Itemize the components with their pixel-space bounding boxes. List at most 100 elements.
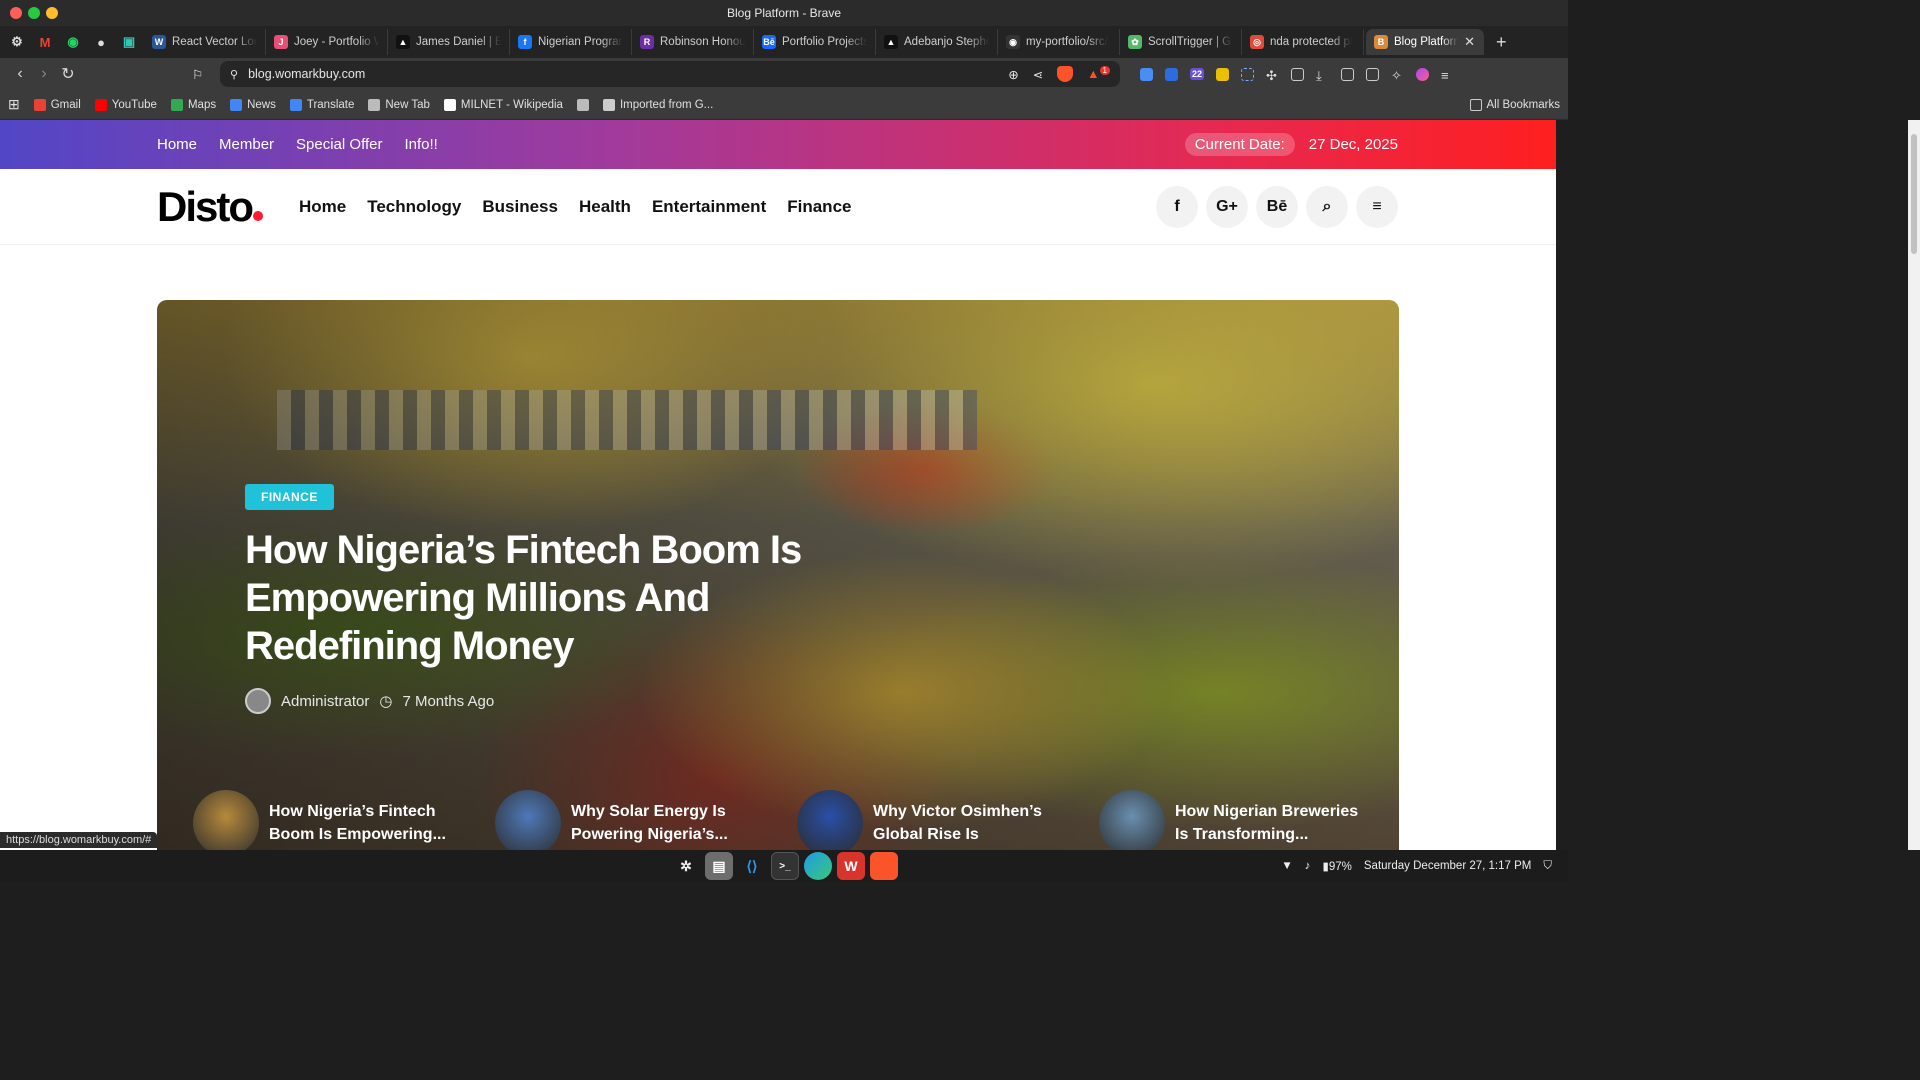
- nav-item-5[interactable]: Finance: [787, 197, 851, 217]
- related-title[interactable]: How Nigeria’s Fintech Boom Is Empowering…: [269, 790, 457, 850]
- back-icon[interactable]: ‹: [8, 65, 32, 83]
- edge-icon[interactable]: [804, 852, 832, 880]
- tab-1[interactable]: J Joey - Portfolio W: [266, 29, 388, 55]
- share-icon[interactable]: ⋖: [1033, 67, 1043, 82]
- page-scrollbar[interactable]: [1908, 120, 1920, 850]
- related-post[interactable]: How Nigeria’s Fintech Boom Is Empowering…: [193, 790, 457, 850]
- all-bookmarks-folder[interactable]: All Bookmarks: [1469, 98, 1560, 111]
- ubuntu-icon[interactable]: ✲: [672, 852, 700, 880]
- tab-blog-platform[interactable]: B Blog Platform ✕: [1366, 29, 1484, 55]
- maximize-window-button[interactable]: [46, 7, 58, 19]
- screenshot-icon[interactable]: [1241, 67, 1255, 81]
- files-icon[interactable]: ▤: [705, 852, 733, 880]
- bookmark-icon[interactable]: ⚐: [192, 67, 203, 82]
- bookmark-5[interactable]: New Tab: [368, 98, 430, 111]
- nav-item-3[interactable]: Health: [579, 197, 631, 217]
- related-title[interactable]: How Nigerian Breweries Is Transforming..…: [1175, 790, 1363, 850]
- tab-7[interactable]: ◉ my-portfolio/src/: [998, 29, 1120, 55]
- tab-2[interactable]: ▲ James Daniel | Ba: [388, 29, 510, 55]
- behance-icon[interactable]: Bē: [1256, 185, 1298, 228]
- volume-icon[interactable]: ♪: [1305, 860, 1311, 872]
- wifi-icon[interactable]: ▼: [1281, 860, 1292, 872]
- facebook-icon[interactable]: f: [1156, 185, 1198, 228]
- brave-taskbar-icon[interactable]: [870, 852, 898, 880]
- category-badge[interactable]: FINANCE: [245, 484, 334, 510]
- brave-rewards-icon[interactable]: ▲ 1: [1087, 66, 1110, 82]
- address-bar[interactable]: ⚐ ⚲ blog.womarkbuy.com ⊕ ⋖ ▲ 1: [192, 61, 1120, 87]
- extension-3-icon[interactable]: 22: [1190, 68, 1205, 80]
- search-icon[interactable]: ⌕: [1306, 185, 1348, 228]
- bookmark-favicon-icon: [576, 98, 589, 111]
- clock[interactable]: Saturday December 27, 1:17 PM: [1364, 860, 1531, 872]
- nav-item-2[interactable]: Business: [482, 197, 558, 217]
- tab-5[interactable]: Bē Portfolio Projects: [754, 29, 876, 55]
- bookmark-7[interactable]: [576, 98, 589, 111]
- reload-icon[interactable]: ↻: [56, 64, 80, 84]
- apps-grid-icon[interactable]: ⊞: [8, 96, 20, 113]
- related-post[interactable]: Why Victor Osimhen’s Global Rise Is Insp…: [797, 790, 1061, 850]
- bookmark-1[interactable]: YouTube: [94, 98, 157, 111]
- wps-icon[interactable]: W: [837, 852, 865, 880]
- bookmark-0[interactable]: Gmail: [33, 98, 81, 111]
- tab-3[interactable]: f Nigerian Program: [510, 29, 632, 55]
- battery-indicator[interactable]: ▮97%: [1323, 859, 1352, 873]
- url-text[interactable]: blog.womarkbuy.com: [248, 67, 365, 81]
- related-post[interactable]: Why Solar Energy Is Powering Nigeria’s..…: [495, 790, 759, 850]
- tab-4[interactable]: R Robinson Honour: [632, 29, 754, 55]
- author-name[interactable]: Administrator: [281, 693, 369, 710]
- nav-item-4[interactable]: Entertainment: [652, 197, 766, 217]
- camera-icon[interactable]: [1291, 67, 1305, 81]
- pinned-tab-settings[interactable]: ⚙: [4, 29, 30, 55]
- extension-2-icon[interactable]: [1165, 67, 1178, 81]
- menu-icon[interactable]: ≡: [1441, 68, 1454, 83]
- related-title[interactable]: Why Victor Osimhen’s Global Rise Is Insp…: [873, 790, 1061, 850]
- related-post[interactable]: How Nigerian Breweries Is Transforming..…: [1099, 790, 1363, 850]
- new-tab-button[interactable]: +: [1486, 32, 1517, 53]
- hero-banner[interactable]: FINANCE How Nigeria’s Fintech Boom Is Em…: [157, 300, 1399, 850]
- top-link-0[interactable]: Home: [157, 136, 197, 153]
- nav-item-0[interactable]: Home: [299, 197, 346, 217]
- bookmark-favicon-icon: [602, 98, 615, 111]
- top-link-1[interactable]: Member: [219, 136, 274, 153]
- scrollbar-thumb[interactable]: [1911, 134, 1917, 254]
- site-info-icon[interactable]: ⚲: [230, 68, 238, 81]
- close-tab-icon[interactable]: ✕: [1464, 34, 1475, 50]
- hamburger-menu-icon[interactable]: ≡: [1356, 185, 1398, 228]
- sidebar-icon[interactable]: [1341, 67, 1355, 81]
- zoom-icon[interactable]: ⊕: [1008, 67, 1018, 82]
- related-title[interactable]: Why Solar Energy Is Powering Nigeria’s..…: [571, 790, 759, 850]
- notification-icon[interactable]: ⛉: [1543, 860, 1552, 873]
- leo-ai-icon[interactable]: ✧: [1391, 68, 1404, 83]
- hero-headline[interactable]: How Nigeria’s Fintech Boom Is Empowering…: [245, 526, 825, 670]
- minimize-window-button[interactable]: [28, 7, 40, 19]
- close-window-button[interactable]: [10, 7, 22, 19]
- bookmark-3[interactable]: News: [230, 98, 276, 111]
- extension-1-icon[interactable]: [1140, 67, 1153, 81]
- terminal-icon[interactable]: >_: [771, 852, 799, 880]
- top-link-3[interactable]: Info!!: [404, 136, 437, 153]
- wallet-icon[interactable]: [1366, 67, 1380, 81]
- tab-0[interactable]: W React Vector Logo: [144, 29, 266, 55]
- pinned-tab-gmail[interactable]: M: [32, 29, 58, 55]
- tab-6[interactable]: ▲ Adebanjo Stephe: [876, 29, 998, 55]
- vscode-icon[interactable]: ⟨⟩: [738, 852, 766, 880]
- extension-4-icon[interactable]: [1216, 67, 1230, 81]
- pinned-tab-whatsapp[interactable]: ◉: [60, 29, 86, 55]
- download-icon[interactable]: ⤓: [1316, 68, 1329, 83]
- bookmark-6[interactable]: MILNET - Wikipedia: [443, 98, 563, 111]
- tab-8[interactable]: ✿ ScrollTrigger | GS: [1120, 29, 1242, 55]
- profile-icon[interactable]: [1416, 67, 1430, 81]
- bookmark-2[interactable]: Maps: [170, 98, 216, 111]
- pinned-tab-github[interactable]: ●: [88, 29, 114, 55]
- google-plus-icon[interactable]: G+: [1206, 185, 1248, 228]
- bookmark-4[interactable]: Translate: [289, 98, 354, 111]
- pinned-tab-app[interactable]: ▣: [116, 29, 142, 55]
- nav-item-1[interactable]: Technology: [367, 197, 461, 217]
- puzzle-icon[interactable]: ✣: [1266, 68, 1279, 83]
- brave-shields-icon[interactable]: [1057, 66, 1074, 82]
- top-link-2[interactable]: Special Offer: [296, 136, 382, 153]
- bookmark-8[interactable]: Imported from G...: [602, 98, 713, 111]
- tab-9[interactable]: ◎ nda protected pl: [1242, 29, 1364, 55]
- site-logo[interactable]: Disto: [157, 183, 263, 231]
- forward-icon[interactable]: ›: [32, 65, 56, 83]
